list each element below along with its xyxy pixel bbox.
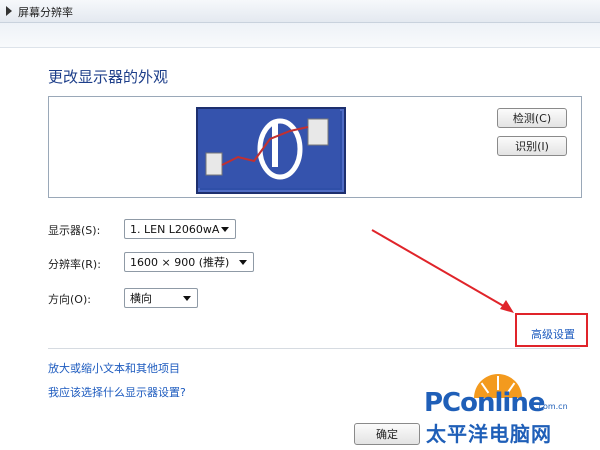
display-settings-help-link[interactable]: 我应该选择什么显示器设置?: [48, 384, 186, 400]
ok-button[interactable]: 确定: [354, 423, 420, 445]
divider: [48, 348, 580, 349]
watermark-brand: PConline: [424, 388, 545, 418]
text-size-link[interactable]: 放大或缩小文本和其他项目: [48, 360, 180, 376]
watermark-chinese: 太平洋电脑网: [426, 422, 552, 446]
watermark-domain: .com.cn: [536, 402, 568, 411]
advanced-settings-link[interactable]: 高级设置: [531, 326, 575, 342]
